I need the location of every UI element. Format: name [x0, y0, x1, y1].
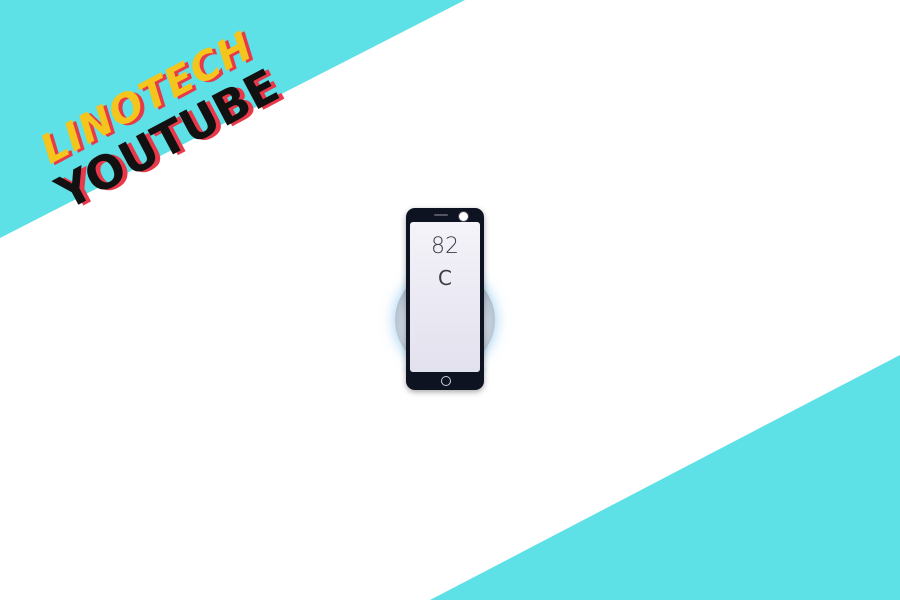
home-button-icon	[441, 376, 451, 386]
phone-camera	[458, 211, 469, 222]
smartphone-icon: 82 C	[406, 208, 484, 390]
phone-time: 82	[431, 234, 459, 259]
phone-screen: 82 C	[410, 222, 480, 372]
phone-on-wireless-charger: 82 C	[390, 200, 505, 400]
phone-speaker	[434, 214, 448, 216]
phone-temperature: C	[438, 266, 452, 290]
